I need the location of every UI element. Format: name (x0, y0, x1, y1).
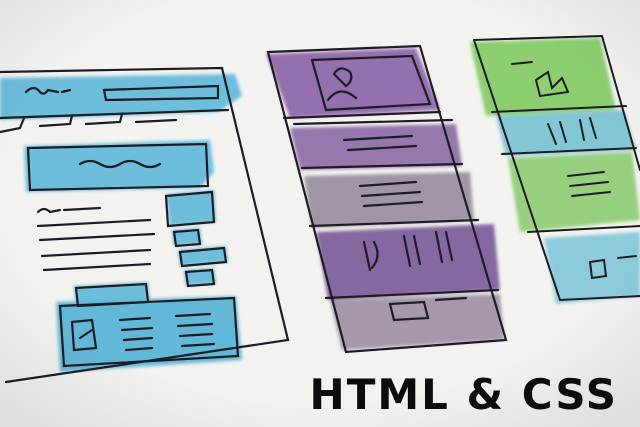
caption-title: HTML & CSS (309, 370, 618, 419)
watercolor-wireframe-sketches (0, 0, 640, 427)
vignette-overlay (0, 0, 640, 427)
